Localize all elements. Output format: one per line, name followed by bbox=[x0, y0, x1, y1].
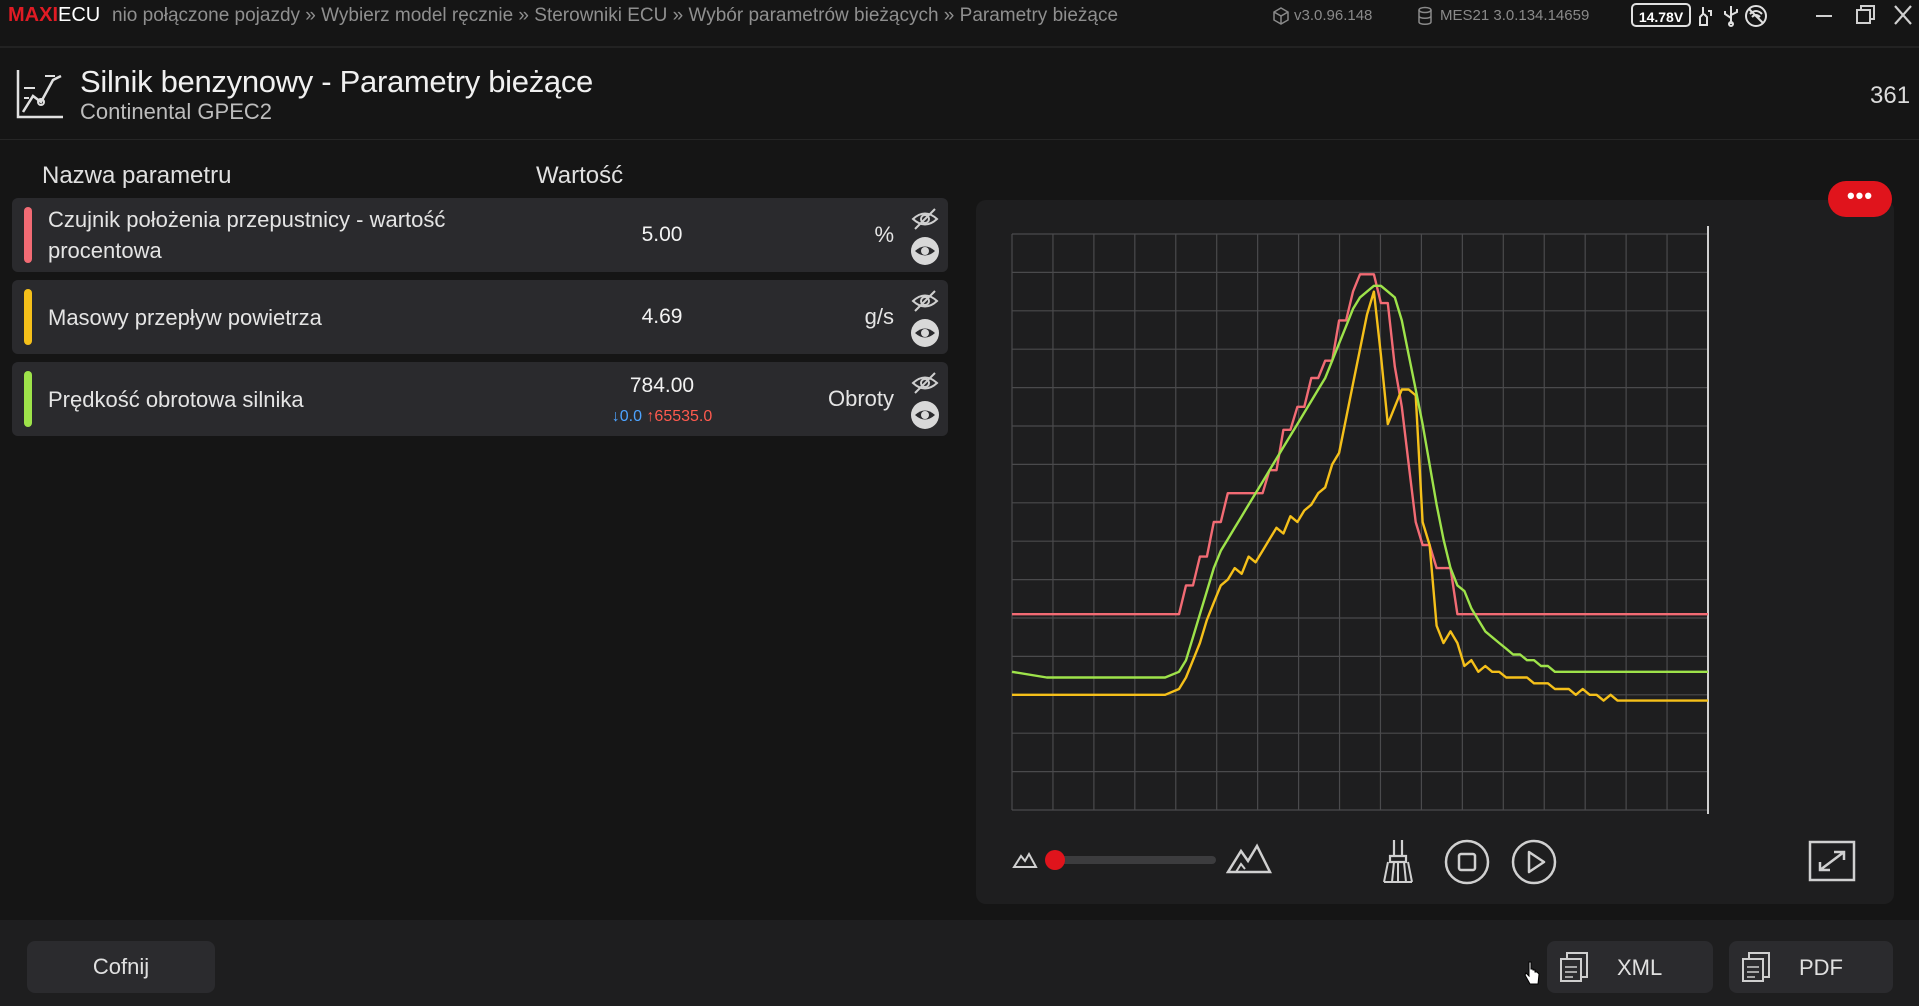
zoom-slider-track[interactable] bbox=[1054, 856, 1216, 864]
series-color-marker bbox=[24, 207, 32, 263]
pdf-file-icon bbox=[1742, 952, 1770, 982]
divider bbox=[0, 46, 1919, 48]
parameter-unit: % bbox=[874, 222, 894, 247]
parameter-name: Masowy przepływ powietrza bbox=[48, 305, 322, 330]
app-version: v3.0.96.148 bbox=[1294, 7, 1373, 24]
parameter-value: 4.69 bbox=[641, 305, 683, 328]
parameter-row[interactable]: Czujnik położenia przepustnicy - wartość… bbox=[12, 198, 948, 272]
series-line-1 bbox=[1012, 273, 1708, 616]
zoom-in-mountain-icon[interactable] bbox=[1226, 843, 1272, 875]
stop-icon[interactable] bbox=[1443, 838, 1491, 886]
cube-icon bbox=[1273, 7, 1289, 25]
vci-connector-icon bbox=[1699, 7, 1712, 26]
play-icon[interactable] bbox=[1510, 838, 1558, 886]
parameter-name: Prędkość obrotowa silnika bbox=[48, 387, 304, 412]
parameter-name-line: Czujnik położenia przepustnicy - wartość bbox=[48, 207, 446, 232]
page-title: Silnik benzynowy - Parametry bieżące bbox=[80, 64, 593, 99]
parameter-name: Czujnik położenia przepustnicy - wartość… bbox=[48, 204, 445, 266]
fullscreen-icon[interactable] bbox=[1808, 840, 1856, 882]
max-value: ↑65535.0 bbox=[646, 408, 713, 425]
min-max-readout: ↓0.0 ↑65535.0 bbox=[572, 408, 752, 426]
show-eye-icon[interactable] bbox=[910, 318, 940, 348]
logo-ecu: ECU bbox=[58, 4, 101, 26]
db-version: MES21 3.0.134.14659 bbox=[1440, 7, 1590, 24]
database-icon bbox=[1418, 6, 1432, 25]
column-header-name: Nazwa parametru bbox=[42, 162, 232, 189]
back-button[interactable]: Cofnij bbox=[27, 941, 215, 993]
parameter-row[interactable]: Masowy przepływ powietrza 4.69 g/s bbox=[12, 280, 948, 354]
no-wifi-icon bbox=[1745, 5, 1767, 27]
ecu-subtitle: Continental GPEC2 bbox=[80, 99, 272, 124]
restore-icon[interactable] bbox=[1848, 2, 1882, 30]
hide-eye-icon[interactable] bbox=[910, 206, 940, 232]
logo-maxi: MAXI bbox=[8, 4, 58, 26]
app-logo: MAXIECU bbox=[8, 4, 100, 27]
hide-eye-icon[interactable] bbox=[910, 370, 940, 396]
live-data-chart[interactable] bbox=[1006, 226, 1866, 816]
parameter-value: 5.00 bbox=[641, 223, 683, 246]
parameter-row[interactable]: Prędkość obrotowa silnika 784.00 ↓0.0 ↑6… bbox=[12, 362, 948, 436]
series-color-marker bbox=[24, 371, 32, 427]
export-pdf-label: PDF bbox=[1799, 955, 1843, 980]
parameter-unit: Obroty bbox=[827, 386, 894, 411]
parameter-name-line: procentowa bbox=[48, 238, 162, 263]
series-line-2 bbox=[1012, 290, 1708, 702]
export-xml-label: XML bbox=[1617, 955, 1663, 980]
chart-grid bbox=[1011, 226, 1709, 814]
minimize-icon[interactable] bbox=[1807, 2, 1841, 30]
zoom-slider-handle[interactable] bbox=[1045, 850, 1065, 870]
close-icon[interactable] bbox=[1886, 2, 1919, 30]
parameter-unit: g/s bbox=[864, 304, 894, 329]
divider bbox=[0, 139, 1919, 140]
show-eye-icon[interactable] bbox=[910, 236, 940, 266]
export-pdf-button[interactable]: PDF bbox=[1729, 941, 1893, 993]
usb-icon bbox=[1724, 6, 1738, 27]
title-bar: MAXIECU nio połączone pojazdy » Wybierz … bbox=[0, 0, 1919, 32]
live-data-chart-icon bbox=[16, 70, 63, 119]
more-options-button[interactable]: ••• bbox=[1828, 181, 1892, 217]
export-xml-button[interactable]: XML bbox=[1547, 941, 1713, 993]
column-header-value: Wartość bbox=[536, 162, 624, 189]
parameter-value: 784.00 bbox=[629, 374, 695, 397]
min-value: ↓0.0 bbox=[611, 408, 642, 425]
clear-broom-icon[interactable] bbox=[1376, 838, 1420, 886]
series-color-marker bbox=[24, 289, 32, 345]
show-eye-icon[interactable] bbox=[910, 400, 940, 430]
chart-series bbox=[1011, 273, 1708, 702]
hide-eye-icon[interactable] bbox=[910, 288, 940, 314]
xml-file-icon bbox=[1560, 952, 1588, 982]
voltage-badge: 14.78V bbox=[1631, 3, 1691, 27]
zoom-out-mountain-icon[interactable] bbox=[1012, 848, 1038, 870]
frame-counter: 361 bbox=[1870, 82, 1911, 109]
mouse-cursor-icon bbox=[1524, 961, 1540, 985]
breadcrumb[interactable]: nio połączone pojazdy » Wybierz model rę… bbox=[112, 5, 1118, 27]
